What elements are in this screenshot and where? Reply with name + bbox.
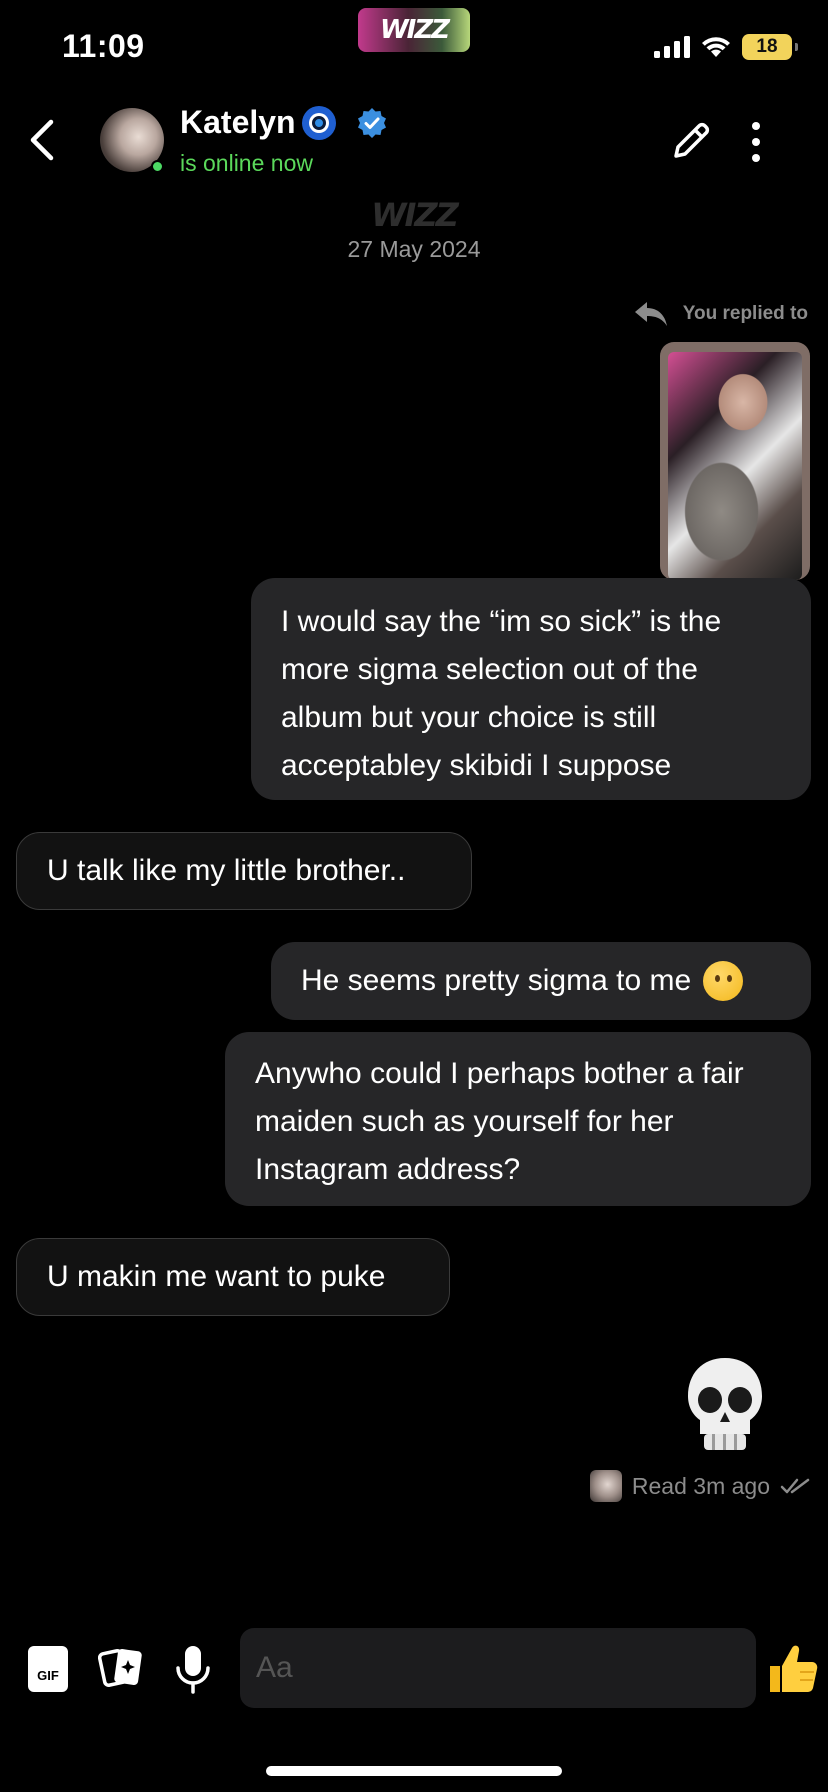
brand-watermark: WIZZ: [371, 196, 459, 234]
skull-icon[interactable]: [682, 1354, 768, 1454]
read-receipt-text: Read 3m ago: [631, 1472, 770, 1499]
story-photo: [668, 352, 802, 580]
app-badge[interactable]: WIZZ: [358, 8, 470, 52]
status-time: 11:09: [62, 28, 145, 64]
message-text: I would say the “im so sick” is the more…: [281, 605, 722, 782]
thinking-face-icon: [703, 961, 744, 1001]
conversation-date: 27 May 2024: [347, 236, 481, 262]
signal-icon: [654, 36, 690, 58]
more-dot: [752, 154, 760, 162]
message-text: U talk like my little brother..: [47, 854, 406, 887]
message-input[interactable]: [240, 1628, 756, 1708]
gif-label: GIF: [37, 1668, 59, 1683]
double-check-icon: [780, 1478, 810, 1494]
battery-indicator: 18: [742, 34, 798, 60]
chevron-left-icon: [30, 119, 54, 161]
message-text: He seems pretty sigma to me: [301, 964, 692, 997]
status-icons: 18: [654, 34, 798, 60]
reply-arrow-icon: [634, 302, 667, 326]
more-dot: [752, 122, 760, 130]
message-bubble-sent[interactable]: He seems pretty sigma to me: [271, 942, 811, 1020]
replied-story-thumbnail[interactable]: [660, 342, 810, 580]
app-badge-label: WIZZ: [379, 15, 450, 45]
wifi-icon: [702, 37, 730, 57]
message-text: Anywho could I perhaps bother a fair mai…: [255, 1057, 744, 1186]
pencil-icon: [674, 122, 710, 158]
read-receipt: Read 3m ago: [589, 1470, 810, 1502]
gif-button[interactable]: GIF: [28, 1646, 68, 1692]
message-text: U makin me want to puke: [47, 1260, 386, 1293]
message-bubble-sent[interactable]: Anywho could I perhaps bother a fair mai…: [225, 1032, 811, 1206]
microphone-icon[interactable]: [174, 1644, 212, 1696]
thumbs-up-icon[interactable]: [766, 1640, 818, 1696]
verified-badge-icon: [357, 107, 386, 138]
more-options-button[interactable]: [736, 118, 776, 166]
contact-name-text: Katelyn: [180, 104, 296, 140]
home-indicator[interactable]: [266, 1766, 562, 1776]
edit-button[interactable]: [666, 116, 716, 166]
nazar-amulet-icon: [301, 105, 336, 140]
online-status: is online now: [180, 150, 313, 176]
contact-name[interactable]: Katelyn: [180, 104, 388, 141]
message-bubble-received[interactable]: U makin me want to puke: [16, 1238, 450, 1316]
cards-icon[interactable]: [98, 1642, 144, 1694]
reply-label-text: You replied to: [682, 303, 808, 324]
message-bubble-received[interactable]: U talk like my little brother..: [16, 832, 472, 910]
read-receipt-avatar: [589, 1470, 622, 1502]
message-bubble-sent[interactable]: I would say the “im so sick” is the more…: [251, 578, 811, 800]
more-dot: [752, 138, 760, 146]
reply-label: You replied to: [633, 300, 808, 328]
back-button[interactable]: [20, 112, 64, 168]
online-indicator: [151, 160, 164, 173]
